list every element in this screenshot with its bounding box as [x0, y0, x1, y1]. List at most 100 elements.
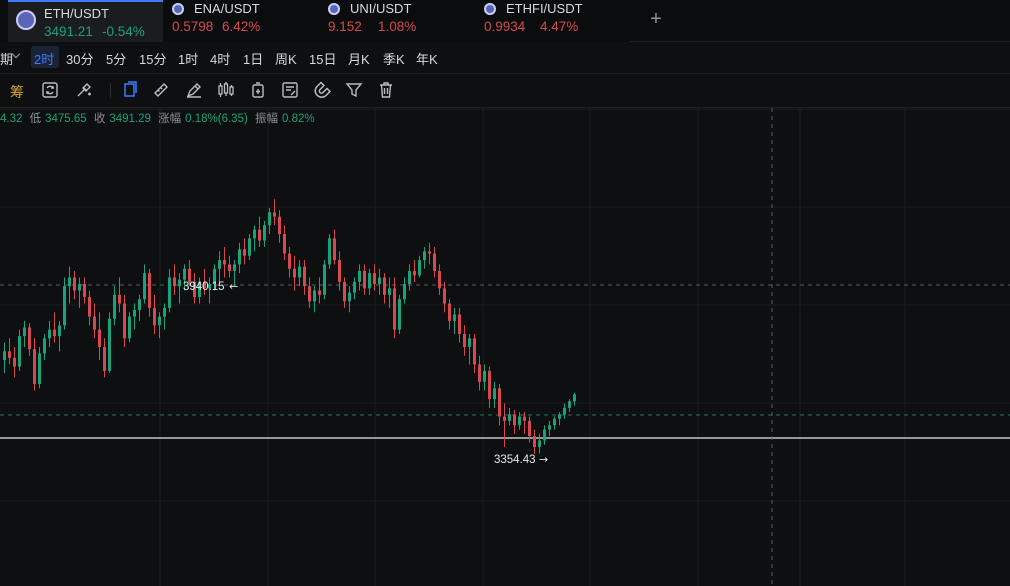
candle-body [308, 286, 311, 302]
candle-body [498, 388, 501, 417]
candle-body [118, 294, 121, 304]
candle-body [293, 268, 296, 278]
timeframe-year[interactable]: 年K [416, 49, 438, 68]
timeframe-15d[interactable]: 15日 [309, 49, 336, 68]
eth-coin-icon [16, 10, 36, 30]
brush-clear-icon[interactable] [74, 80, 94, 100]
candle-body [348, 292, 351, 302]
note-icon[interactable] [280, 80, 300, 100]
candle-body [458, 314, 461, 334]
ticker-price: 0.5798 [172, 19, 214, 34]
candle-body [168, 277, 171, 308]
pen-icon[interactable] [184, 80, 204, 100]
ticker-symbol: ETHFI/USDT [506, 1, 583, 16]
candle-body [3, 351, 6, 361]
candle-body [253, 229, 256, 239]
chip-distribution-button[interactable]: 筹 [10, 82, 24, 102]
chart-grid [0, 108, 1010, 586]
candle-body [188, 268, 191, 282]
candle-body [383, 277, 386, 295]
candle-body [478, 364, 481, 382]
timeframe-2h[interactable]: 2时 [34, 49, 54, 68]
timeframe-period-menu[interactable]: 期 [0, 49, 13, 68]
candle-body [298, 266, 301, 278]
timeframe-1d[interactable]: 1日 [243, 49, 263, 68]
low-arrow-icon: → [539, 453, 548, 466]
candle-body [123, 303, 126, 339]
candle-body [108, 318, 111, 371]
ticker-symbol: ENA/USDT [194, 1, 260, 16]
timeframe-month[interactable]: 月K [348, 49, 370, 68]
candle-body [18, 336, 21, 367]
tag-icon[interactable] [248, 80, 268, 100]
ohlc-amplitude-label: 振幅 [255, 113, 279, 125]
ruler-icon[interactable] [151, 80, 171, 100]
ohlc-low-value: 3475.65 [45, 113, 87, 125]
ticker-tab-ena[interactable]: ENA/USDT 0.5798 6.42% [166, 0, 316, 42]
ticker-tab-uni[interactable]: UNI/USDT 9.152 1.08% [322, 0, 472, 42]
candle-body [53, 329, 56, 337]
candle-body [468, 338, 471, 347]
candle-body [8, 351, 11, 358]
candles-layer [3, 199, 576, 454]
ohlc-readout: 4.32 低 3475.65 收 3491.29 涨幅 0.18%(6.35) 振幅 0… [0, 110, 319, 126]
timeframe-1h[interactable]: 1时 [178, 49, 198, 68]
candle-body [233, 264, 236, 271]
candle-body [28, 327, 31, 350]
timeframe-quarter[interactable]: 季K [383, 49, 405, 68]
ticker-change: 1.08% [378, 19, 417, 34]
ohlc-high-value: 4.32 [0, 113, 23, 125]
magnet-icon[interactable] [312, 80, 332, 100]
candle-body [68, 277, 71, 287]
ticker-tab-eth[interactable]: ETH/USDT 3491.21 -0.54% [8, 0, 163, 42]
ticker-tab-bar: ETH/USDT 3491.21 -0.54% ENA/USDT 0.5798 … [0, 0, 1010, 42]
candle-body [58, 325, 61, 337]
candle-body [428, 251, 431, 254]
candle-body [523, 416, 526, 421]
candle-body [318, 290, 321, 295]
candles-icon[interactable] [216, 80, 236, 100]
candle-body [463, 333, 466, 347]
timeframe-5m[interactable]: 5分 [106, 49, 126, 68]
candle-body [148, 273, 151, 308]
ticker-change: 6.42% [222, 19, 261, 34]
drawing-toolbar: 筹 [0, 74, 1010, 108]
candle-body [263, 225, 266, 241]
candle-body [173, 277, 176, 287]
candle-body [338, 260, 341, 282]
low-price-label: 3354.43 [494, 454, 536, 466]
timeframe-4h[interactable]: 4时 [210, 49, 230, 68]
candle-body [38, 353, 41, 384]
candle-body [288, 253, 291, 269]
candle-body [438, 270, 441, 289]
candle-body [358, 270, 361, 282]
candle-body [48, 329, 51, 339]
timeframe-30m[interactable]: 30分 [66, 49, 93, 68]
ohlc-close-value: 3491.29 [109, 113, 151, 125]
candle-body [88, 297, 91, 317]
ticker-tab-ethfi[interactable]: ETHFI/USDT 0.9934 4.47% [478, 0, 628, 42]
ticker-symbol: UNI/USDT [350, 1, 412, 16]
candle-body [103, 347, 106, 371]
candle-body [78, 283, 81, 291]
timeframe-week[interactable]: 周K [275, 49, 297, 68]
ena-coin-icon [172, 3, 184, 15]
timeframe-15m[interactable]: 15分 [139, 49, 166, 68]
candle-body [178, 279, 181, 287]
candlestick-chart[interactable]: 3940.15 ← 3354.43 → [0, 108, 1010, 586]
ticker-price: 0.9934 [484, 19, 526, 34]
candle-body [503, 416, 506, 421]
trash-icon[interactable] [376, 80, 396, 100]
copy-icon[interactable] [120, 80, 140, 100]
add-tab-icon[interactable]: + [646, 9, 666, 29]
candle-body [508, 414, 511, 421]
candle-body [448, 303, 451, 321]
candle-body [378, 277, 381, 284]
candle-body [33, 349, 36, 384]
candle-body [408, 270, 411, 284]
sync-icon[interactable] [40, 80, 60, 100]
uni-coin-icon [328, 3, 340, 15]
filter-icon[interactable] [344, 80, 364, 100]
candle-body [183, 268, 186, 280]
candle-body [43, 338, 46, 354]
